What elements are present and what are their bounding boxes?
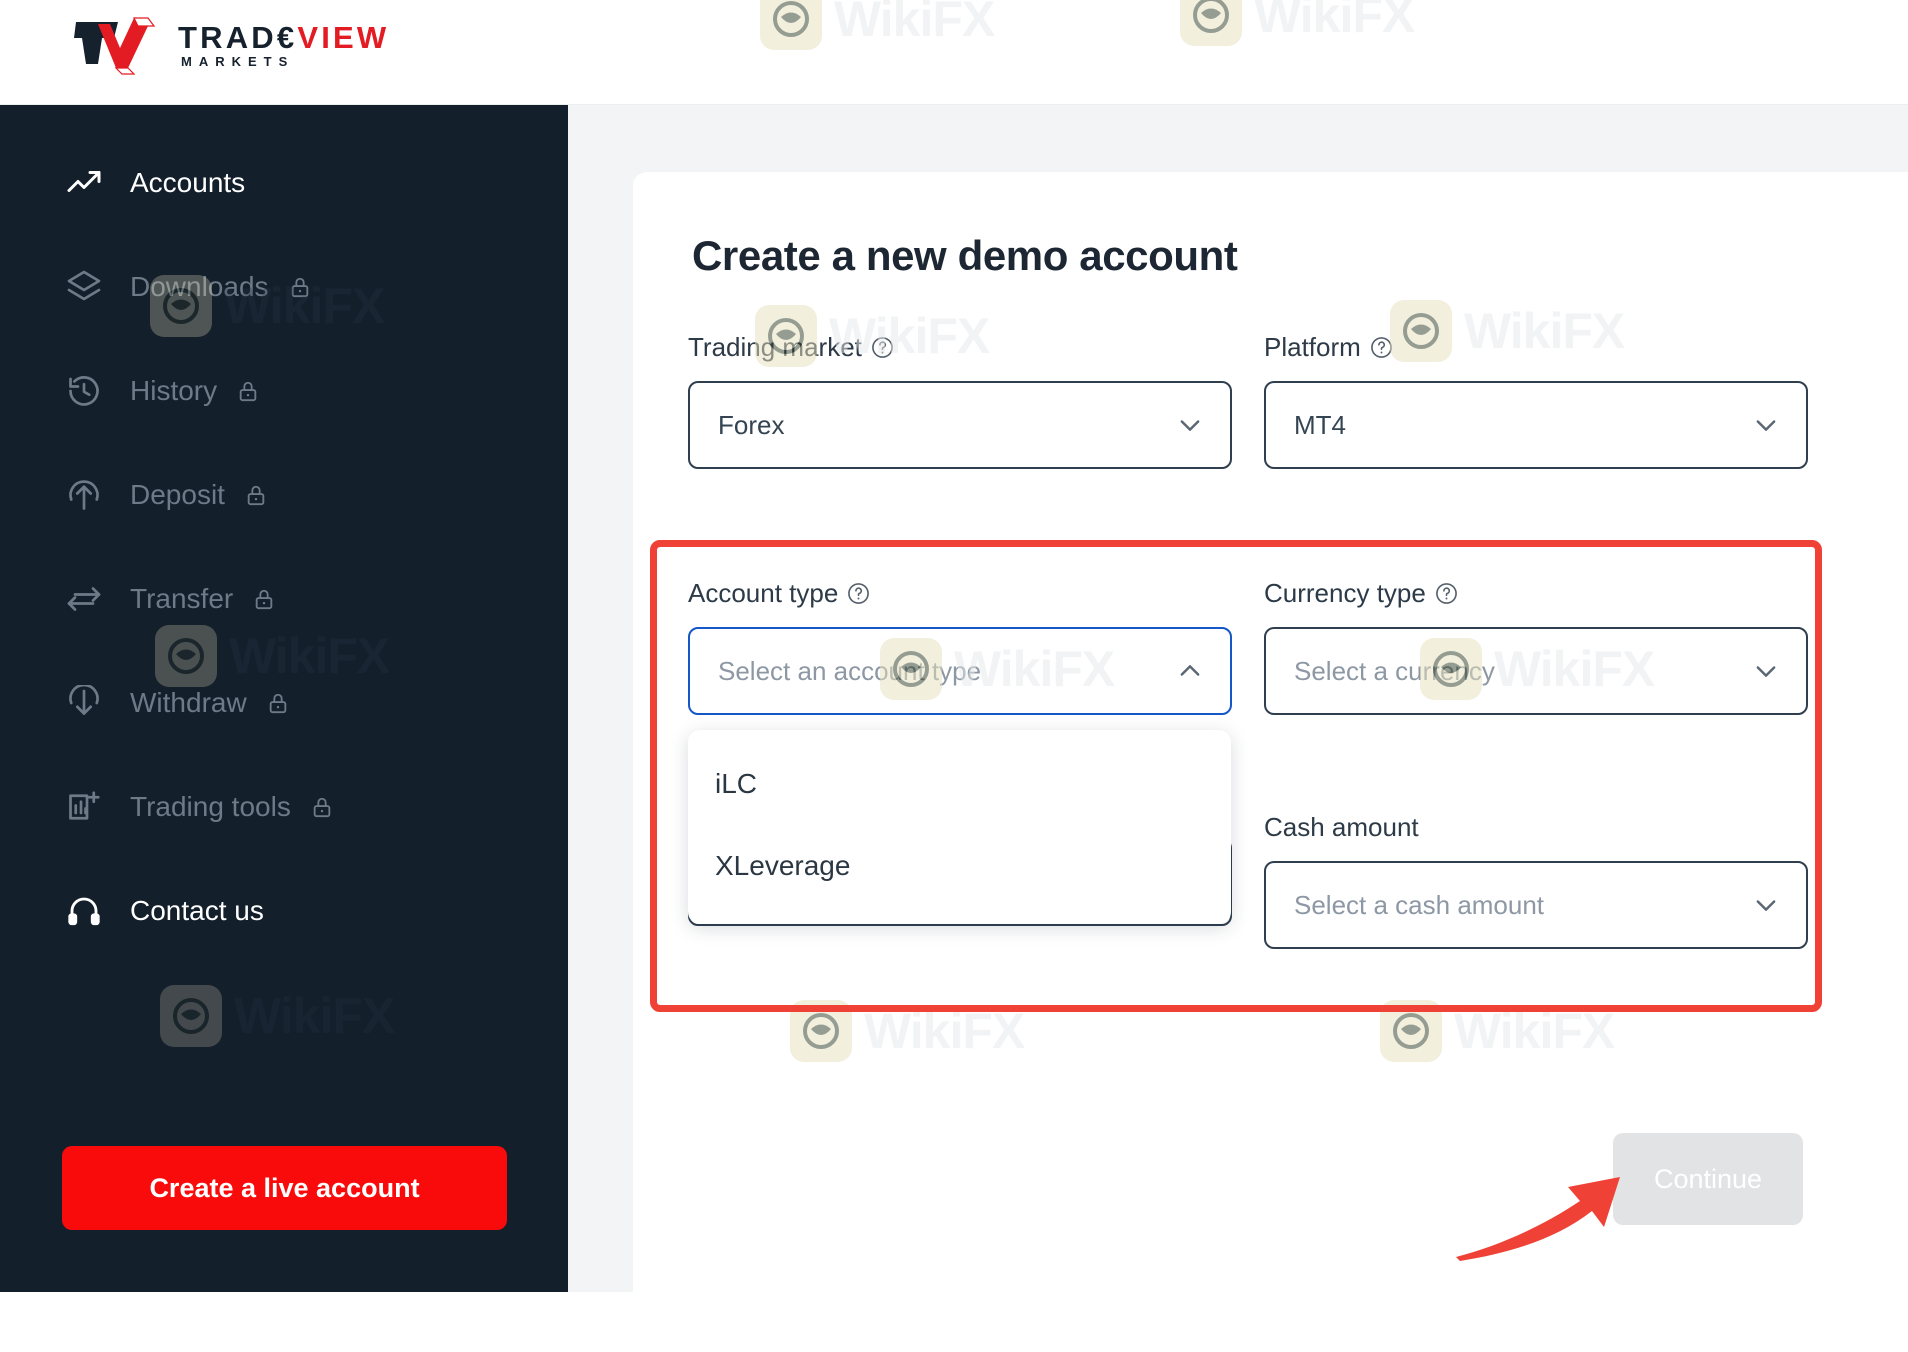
sidebar-item-accounts[interactable]: Accounts bbox=[0, 151, 568, 215]
sidebar-nav: Accounts Downloads History Deposit Trans… bbox=[0, 151, 568, 983]
brand-wordmark: TRAD€VIEW bbox=[178, 22, 389, 53]
question-circle-icon[interactable] bbox=[1370, 336, 1393, 359]
field-account-type: Account type Select an account type bbox=[688, 578, 1232, 715]
chevron-down-icon bbox=[1176, 411, 1204, 439]
chevron-down-icon bbox=[1752, 891, 1780, 919]
platform-value: MT4 bbox=[1294, 409, 1346, 440]
cash-amount-select[interactable]: Select a cash amount bbox=[1264, 861, 1808, 949]
pointer-arrow-icon bbox=[1452, 1153, 1632, 1263]
question-circle-icon[interactable] bbox=[1435, 582, 1458, 605]
history-clock-icon bbox=[66, 373, 102, 409]
sidebar: Accounts Downloads History Deposit Trans… bbox=[0, 105, 568, 1292]
lock-icon bbox=[289, 276, 311, 298]
brand-euro-glyph: € bbox=[276, 20, 298, 55]
platform-label: Platform bbox=[1264, 332, 1808, 363]
sidebar-item-label: History bbox=[130, 375, 218, 406]
tradeview-logo-icon bbox=[72, 12, 158, 78]
trading-market-label-text: Trading market bbox=[688, 332, 862, 362]
currency-type-label-text: Currency type bbox=[1264, 578, 1426, 608]
create-live-account-button[interactable]: Create a live account bbox=[62, 1146, 507, 1230]
account-type-dropdown: iLC XLeverage bbox=[688, 730, 1231, 924]
trading-market-label: Trading market bbox=[688, 332, 1232, 363]
cash-amount-value: Select a cash amount bbox=[1294, 889, 1545, 920]
lock-icon bbox=[237, 380, 259, 402]
currency-type-value: Select a currency bbox=[1294, 655, 1495, 686]
brand-logo[interactable]: TRAD€VIEW MARKETS bbox=[72, 12, 389, 78]
lock-icon bbox=[311, 796, 333, 818]
arrow-up-circle-icon bbox=[66, 477, 102, 513]
sidebar-item-label: Accounts bbox=[130, 167, 246, 198]
sidebar-item-contact-us[interactable]: Contact us bbox=[0, 879, 568, 943]
brand-word-part2: VIEW bbox=[297, 20, 390, 55]
dropdown-option-xleverage[interactable]: XLeverage bbox=[688, 832, 1231, 900]
lock-icon bbox=[267, 692, 289, 714]
trending-up-icon bbox=[66, 165, 102, 201]
sidebar-item-trading-tools[interactable]: Trading tools bbox=[0, 775, 568, 839]
layers-icon bbox=[66, 269, 102, 305]
field-platform: Platform MT4 bbox=[1264, 332, 1808, 469]
chart-plus-icon bbox=[66, 789, 102, 825]
lock-icon bbox=[245, 484, 267, 506]
chevron-up-icon bbox=[1176, 657, 1204, 685]
chevron-down-icon bbox=[1752, 411, 1780, 439]
dropdown-option-ilc[interactable]: iLC bbox=[688, 750, 1231, 818]
transfer-arrows-icon bbox=[66, 581, 102, 617]
currency-type-label: Currency type bbox=[1264, 578, 1808, 609]
headset-icon bbox=[66, 893, 102, 929]
sidebar-item-transfer[interactable]: Transfer bbox=[0, 567, 568, 631]
sidebar-item-label: Deposit bbox=[130, 479, 225, 510]
arrow-down-circle-icon bbox=[66, 685, 102, 721]
brand-subtitle: MARKETS bbox=[181, 54, 295, 69]
sidebar-item-label: Transfer bbox=[130, 583, 234, 614]
page-title: Create a new demo account bbox=[692, 232, 1238, 279]
field-currency-type: Currency type Select a currency bbox=[1264, 578, 1808, 715]
platform-label-text: Platform bbox=[1264, 332, 1361, 362]
account-type-value: Select an account type bbox=[718, 655, 982, 686]
currency-type-select[interactable]: Select a currency bbox=[1264, 627, 1808, 715]
account-type-select[interactable]: Select an account type bbox=[688, 627, 1232, 715]
field-cash-amount: Cash amount Select a cash amount bbox=[1264, 812, 1808, 949]
trading-market-value: Forex bbox=[718, 409, 785, 440]
continue-button[interactable]: Continue bbox=[1613, 1133, 1803, 1225]
account-type-label: Account type bbox=[688, 578, 1232, 609]
sidebar-item-deposit[interactable]: Deposit bbox=[0, 463, 568, 527]
sidebar-item-withdraw[interactable]: Withdraw bbox=[0, 671, 568, 735]
sidebar-item-label: Contact us bbox=[130, 895, 264, 926]
lock-icon bbox=[253, 588, 275, 610]
sidebar-item-label: Withdraw bbox=[130, 687, 247, 718]
cash-amount-label: Cash amount bbox=[1264, 812, 1808, 843]
question-circle-icon[interactable] bbox=[871, 336, 894, 359]
cash-amount-label-text: Cash amount bbox=[1264, 812, 1419, 842]
field-trading-market: Trading market Forex bbox=[688, 332, 1232, 469]
chevron-down-icon bbox=[1752, 657, 1780, 685]
sidebar-item-history[interactable]: History bbox=[0, 359, 568, 423]
sidebar-item-label: Downloads bbox=[130, 271, 269, 302]
sidebar-item-downloads[interactable]: Downloads bbox=[0, 255, 568, 319]
platform-select[interactable]: MT4 bbox=[1264, 381, 1808, 469]
top-bar: TRAD€VIEW MARKETS bbox=[0, 0, 1908, 105]
trading-market-select[interactable]: Forex bbox=[688, 381, 1232, 469]
brand-word-part1: TRAD bbox=[178, 20, 277, 55]
account-type-label-text: Account type bbox=[688, 578, 839, 608]
question-circle-icon[interactable] bbox=[847, 582, 870, 605]
sidebar-item-label: Trading tools bbox=[130, 791, 291, 822]
